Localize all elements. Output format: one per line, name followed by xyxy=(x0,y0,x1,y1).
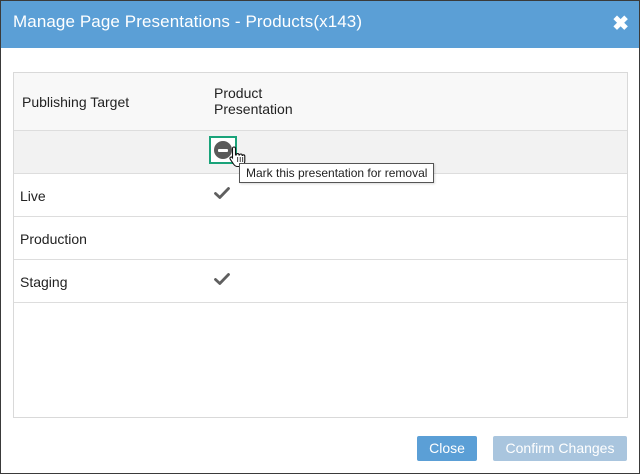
remove-tooltip: Mark this presentation for removal xyxy=(239,163,435,183)
checkmark-icon xyxy=(214,187,230,199)
presentations-table: Publishing Target Product Presentation Li… xyxy=(13,72,628,418)
table-row: Production xyxy=(14,217,627,260)
header-publishing-target: Publishing Target xyxy=(22,94,130,110)
row-label: Production xyxy=(20,231,87,247)
manage-presentations-dialog: Manage Page Presentations - Products(x14… xyxy=(0,0,640,474)
table-row: Staging xyxy=(14,260,627,303)
dialog-titlebar: Manage Page Presentations - Products(x14… xyxy=(1,1,639,48)
row-label: Live xyxy=(20,188,46,204)
dialog-title: Manage Page Presentations - Products(x14… xyxy=(13,12,363,31)
header-product-presentation: Product Presentation xyxy=(214,85,293,117)
confirm-changes-button[interactable]: Confirm Changes xyxy=(493,436,627,461)
row-label: Staging xyxy=(20,274,68,290)
checkmark-icon xyxy=(214,273,230,285)
close-button[interactable]: Close xyxy=(417,436,477,461)
close-icon[interactable]: ✖ xyxy=(612,13,629,35)
table-header: Publishing Target Product Presentation xyxy=(14,73,627,131)
